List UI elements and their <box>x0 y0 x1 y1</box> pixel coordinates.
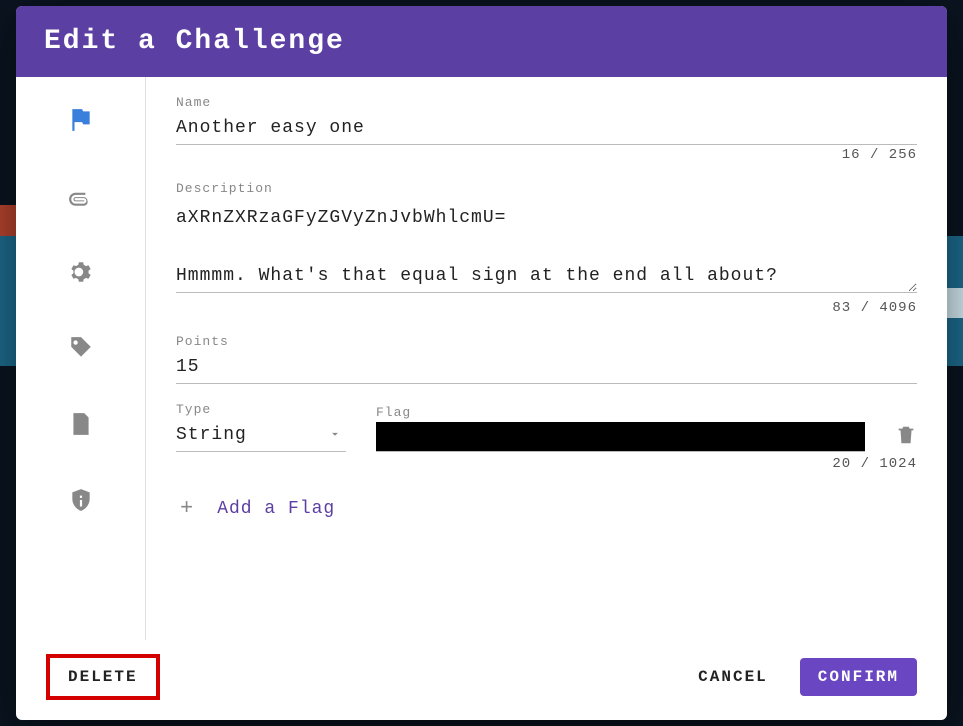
tag-icon[interactable] <box>68 335 94 361</box>
attachment-icon[interactable] <box>68 183 94 209</box>
edit-challenge-modal: Edit a Challenge Name 16 / 256 Descripti… <box>16 6 947 720</box>
flag-counter: 20 / 1024 <box>176 456 917 472</box>
modal-body: Name 16 / 256 Description 83 / 4096 Poin… <box>16 77 947 640</box>
add-flag-button[interactable]: + Add a Flag <box>176 496 917 521</box>
shield-icon[interactable] <box>68 487 94 513</box>
gear-icon[interactable] <box>68 259 94 285</box>
description-counter: 83 / 4096 <box>176 300 917 316</box>
confirm-button[interactable]: CONFIRM <box>800 658 917 696</box>
name-input[interactable] <box>176 112 917 145</box>
flag-icon[interactable] <box>68 107 94 133</box>
trash-icon[interactable] <box>895 422 917 448</box>
modal-title: Edit a Challenge <box>16 6 947 77</box>
plus-icon: + <box>180 496 193 521</box>
modal-footer: DELETE CANCEL CONFIRM <box>16 640 947 720</box>
form-content: Name 16 / 256 Description 83 / 4096 Poin… <box>146 77 947 640</box>
description-label: Description <box>176 181 917 196</box>
name-label: Name <box>176 95 917 110</box>
cancel-button[interactable]: CANCEL <box>680 658 786 696</box>
name-counter: 16 / 256 <box>176 147 917 163</box>
flag-label: Flag <box>376 405 865 420</box>
points-label: Points <box>176 334 917 349</box>
add-flag-label: Add a Flag <box>217 499 335 519</box>
description-input[interactable] <box>176 198 917 293</box>
delete-button[interactable]: DELETE <box>50 658 156 696</box>
sidebar <box>16 77 146 640</box>
page-icon[interactable] <box>68 411 94 437</box>
points-input[interactable] <box>176 351 917 384</box>
type-select[interactable] <box>176 419 346 452</box>
delete-highlight: DELETE <box>46 654 160 700</box>
flag-input[interactable] <box>376 422 865 452</box>
type-label: Type <box>176 402 346 417</box>
